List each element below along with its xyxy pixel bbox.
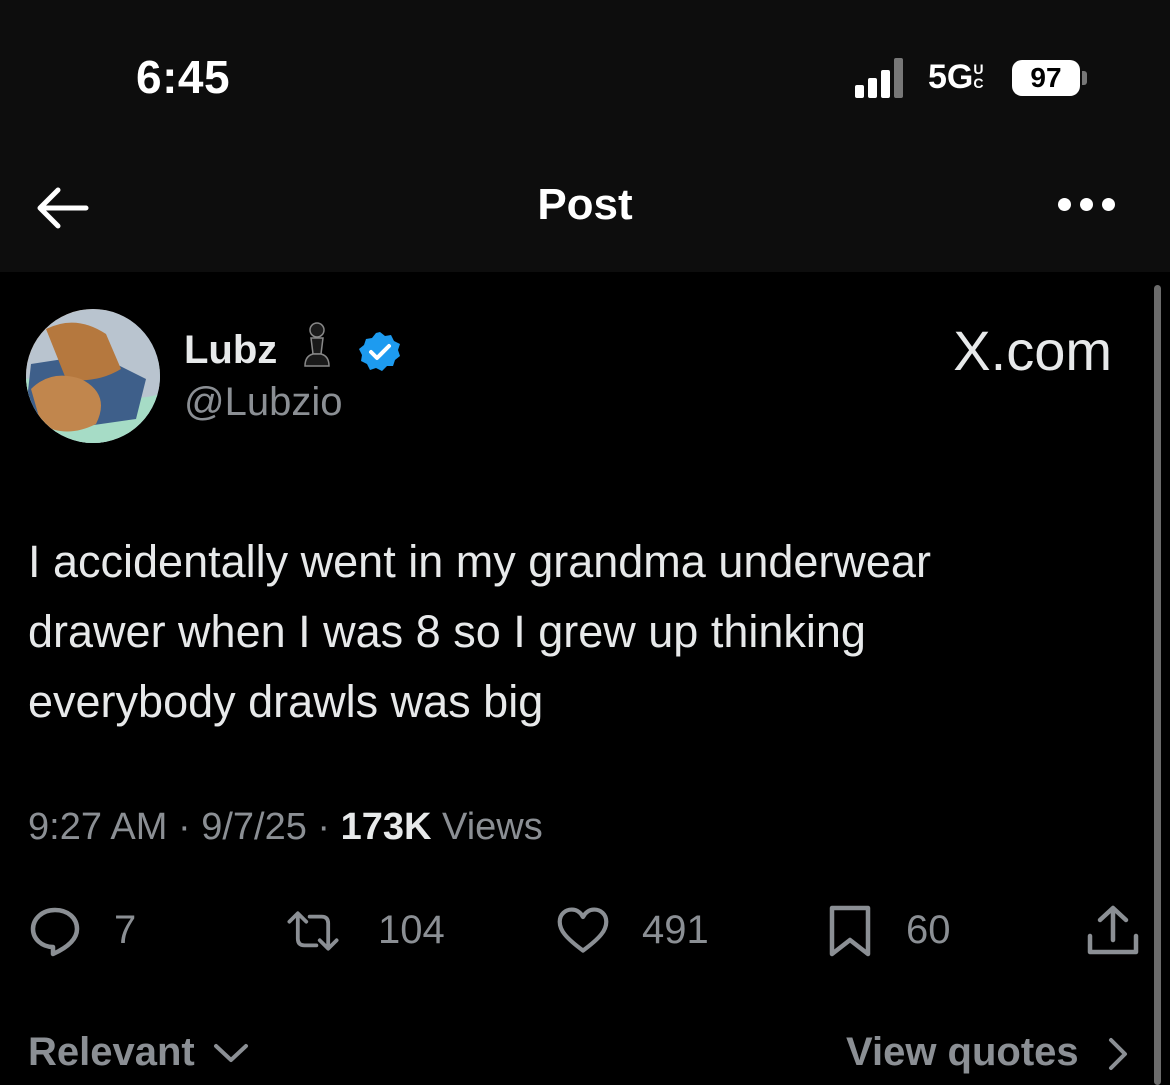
battery-tip — [1082, 71, 1087, 85]
meta-separator: · — [317, 806, 331, 848]
post-text: I accidentally went in my grandma underw… — [28, 527, 1118, 737]
more-horizontal-icon[interactable] — [1058, 198, 1116, 214]
verified-badge-icon[interactable] — [358, 330, 402, 374]
share-icon[interactable] — [1086, 904, 1140, 958]
page-title: Post — [537, 180, 633, 229]
view-quotes-link[interactable]: View quotes — [846, 1030, 1079, 1075]
repost-icon[interactable] — [286, 904, 340, 958]
author-name[interactable]: Lubz — [184, 328, 277, 373]
chevron-down-icon[interactable] — [212, 1040, 250, 1066]
like-count: 491 — [642, 908, 709, 952]
battery-indicator: 97 — [1012, 60, 1080, 96]
network-label: 5G — [928, 58, 974, 96]
network-suffix: UC — [973, 61, 984, 91]
views-label: Views — [442, 806, 543, 848]
post-text-line: I accidentally went in my grandma underw… — [28, 536, 931, 587]
author-handle[interactable]: @Lubzio — [184, 380, 342, 425]
cellular-signal-icon — [855, 58, 907, 98]
heart-icon[interactable] — [556, 904, 610, 958]
post-meta: 9:27 AM · 9/7/25 · 173K Views — [28, 806, 543, 849]
chevron-right-icon[interactable] — [1106, 1036, 1130, 1072]
brand-watermark: X.com — [953, 319, 1112, 382]
views-count[interactable]: 173K — [341, 806, 432, 848]
meta-separator: · — [177, 806, 191, 848]
avatar[interactable] — [26, 309, 160, 443]
bookmark-icon[interactable] — [824, 904, 878, 958]
repost-count: 104 — [378, 908, 445, 952]
post-date: 9/7/25 — [201, 806, 307, 848]
status-time: 6:45 — [136, 51, 231, 103]
scrollbar[interactable] — [1154, 285, 1161, 1085]
post-text-line: everybody drawls was big — [28, 676, 544, 727]
post-text-line: drawer when I was 8 so I grew up thinkin… — [28, 606, 866, 657]
sort-relevant-button[interactable]: Relevant — [28, 1030, 195, 1075]
chess-pawn-icon — [304, 322, 330, 367]
bookmark-count: 60 — [906, 908, 951, 952]
reply-count: 7 — [114, 908, 137, 952]
network-indicator: 5GUC — [928, 58, 985, 97]
reply-icon[interactable] — [28, 904, 82, 958]
avatar-image — [26, 309, 160, 443]
post-time: 9:27 AM — [28, 806, 168, 848]
